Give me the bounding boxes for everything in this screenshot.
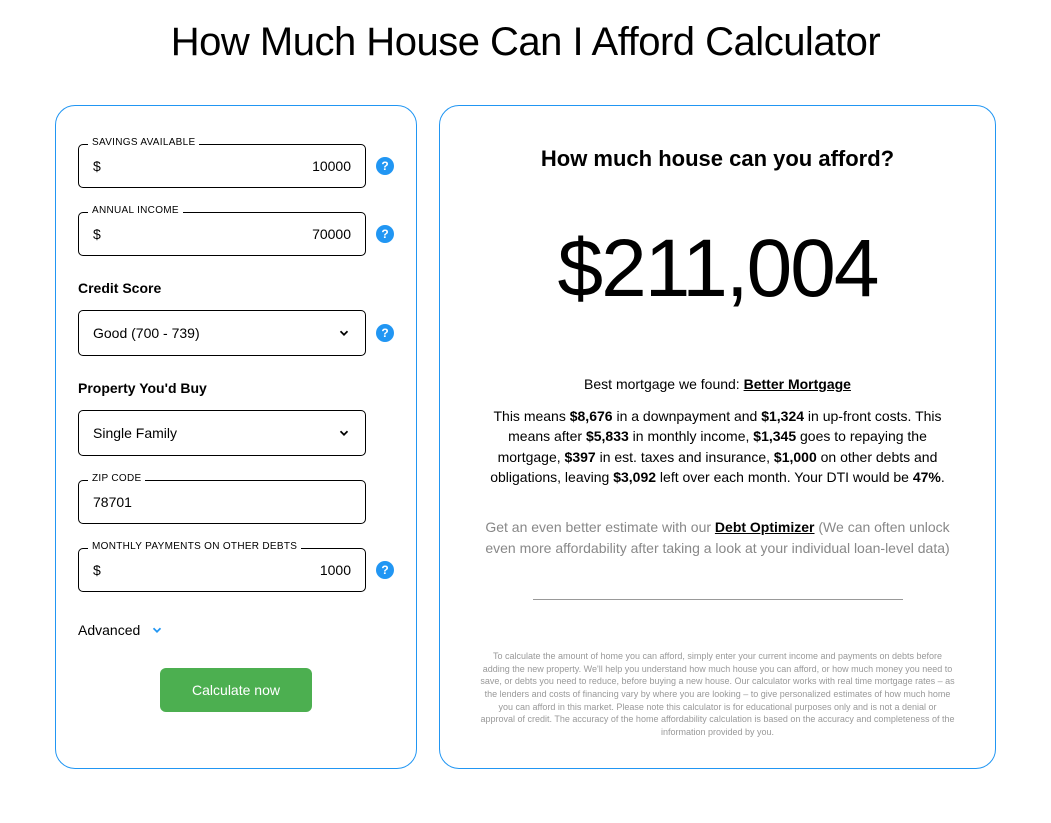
page-title: How Much House Can I Afford Calculator [55,20,996,65]
credit-label: Credit Score [78,280,394,296]
debts-input[interactable] [109,562,351,578]
mortgage-link[interactable]: Better Mortgage [744,376,851,392]
zip-label: ZIP CODE [88,473,145,484]
credit-select[interactable]: Good (700 - 739) [78,310,366,356]
result-heading: How much house can you afford? [480,146,955,172]
chevron-down-icon [150,623,164,637]
income-input[interactable] [109,226,351,242]
income-label: ANNUAL INCOME [88,205,183,216]
help-icon[interactable]: ? [376,157,394,175]
other-debts-value: $1,000 [774,449,817,465]
currency-symbol: $ [93,562,101,578]
property-select[interactable]: Single Family [78,410,366,456]
calculate-button[interactable]: Calculate now [160,668,312,712]
result-amount: $211,004 [480,222,955,316]
credit-value: Good (700 - 739) [93,325,337,341]
chevron-down-icon [337,326,351,340]
zip-group: ZIP CODE [78,480,394,524]
credit-group: Credit Score Good (700 - 739) ? [78,280,394,356]
monthly-income-value: $5,833 [586,428,629,444]
input-panel: SAVINGS AVAILABLE $ ? ANNUAL INCOME $ [55,105,417,769]
property-group: Property You'd Buy Single Family [78,380,394,456]
savings-group: SAVINGS AVAILABLE $ ? [78,144,394,188]
main-container: SAVINGS AVAILABLE $ ? ANNUAL INCOME $ [55,105,996,769]
leftover-value: $3,092 [613,469,656,485]
debt-optimizer-link[interactable]: Debt Optimizer [715,519,815,535]
debts-label: MONTHLY PAYMENTS ON OTHER DEBTS [88,541,301,552]
savings-input[interactable] [109,158,351,174]
repaying-value: $1,345 [753,428,796,444]
debts-group: MONTHLY PAYMENTS ON OTHER DEBTS $ ? [78,548,394,592]
property-label: Property You'd Buy [78,380,394,396]
advanced-label: Advanced [78,622,140,638]
debt-optimizer-text: Get an even better estimate with our Deb… [480,517,955,559]
upfront-value: $1,324 [761,408,804,424]
advanced-toggle[interactable]: Advanced [78,622,394,638]
result-detail: This means $8,676 in a downpayment and $… [480,406,955,487]
help-icon[interactable]: ? [376,561,394,579]
downpayment-value: $8,676 [570,408,613,424]
income-input-wrap[interactable]: $ [78,212,366,256]
savings-label: SAVINGS AVAILABLE [88,137,199,148]
debts-input-wrap[interactable]: $ [78,548,366,592]
help-icon[interactable]: ? [376,324,394,342]
disclaimer-text: To calculate the amount of home you can … [480,650,955,738]
property-value: Single Family [93,425,337,441]
result-panel: How much house can you afford? $211,004 … [439,105,996,769]
currency-symbol: $ [93,158,101,174]
currency-symbol: $ [93,226,101,242]
taxes-value: $397 [565,449,596,465]
mortgage-intro: Best mortgage we found: [584,376,744,392]
chevron-down-icon [337,426,351,440]
income-group: ANNUAL INCOME $ ? [78,212,394,256]
divider [533,599,903,600]
zip-input[interactable] [78,480,366,524]
help-icon[interactable]: ? [376,225,394,243]
dti-value: 47% [913,469,941,485]
savings-input-wrap[interactable]: $ [78,144,366,188]
result-mortgage: Best mortgage we found: Better Mortgage [480,376,955,392]
